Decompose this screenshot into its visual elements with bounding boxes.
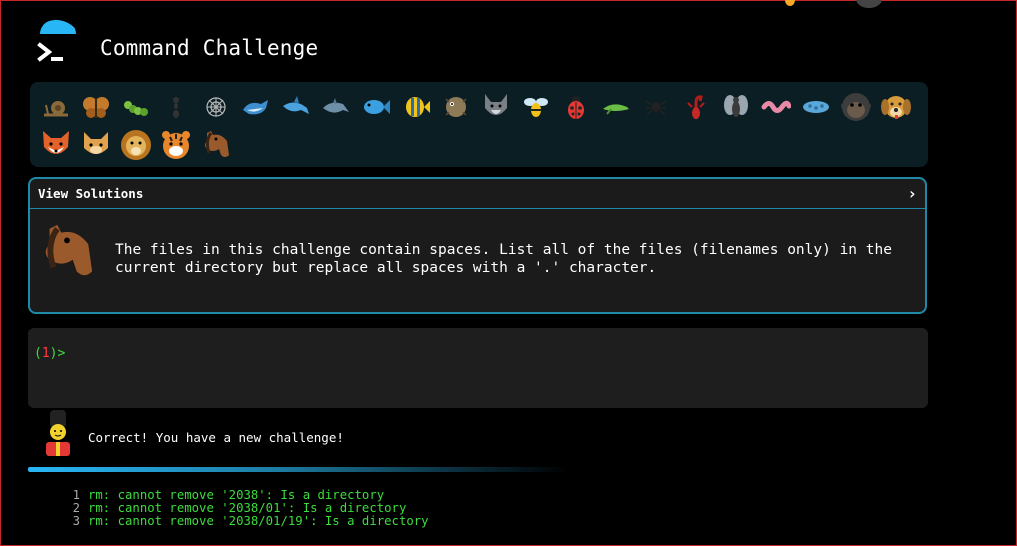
page-title: Command Challenge [100, 36, 319, 60]
snail-icon[interactable] [36, 88, 76, 126]
prompt-open: ( [34, 346, 42, 361]
shark-icon[interactable] [276, 88, 316, 126]
command-output: 1 rm: cannot remove '2038': Is a directo… [60, 489, 429, 528]
challenge-description: The files in this challenge contain spac… [115, 242, 892, 276]
spider-web-icon[interactable] [196, 88, 236, 126]
fox-icon[interactable] [36, 126, 76, 164]
guardsman-icon [40, 410, 76, 464]
emoji-progress-bar [30, 82, 928, 167]
bee-icon[interactable] [516, 88, 556, 126]
horse-icon [38, 221, 96, 287]
output-text: rm: cannot remove '2038/01/19': Is a dir… [88, 514, 429, 528]
cricket-icon[interactable] [596, 88, 636, 126]
ant-icon[interactable] [156, 88, 196, 126]
terminal-prompt-icon [30, 20, 82, 72]
ladybug-icon[interactable] [556, 88, 596, 126]
prompt-number: 1 [41, 346, 50, 361]
dog-icon[interactable] [876, 88, 916, 126]
microbe-icon[interactable] [796, 88, 836, 126]
fish-icon[interactable] [356, 88, 396, 126]
progress-bar [28, 467, 568, 472]
spider-icon[interactable] [636, 88, 676, 126]
challenge-card: View Solutions › The files in this chall… [28, 177, 927, 314]
chevron-right-icon[interactable]: › [907, 184, 917, 203]
output-line: 3 rm: cannot remove '2038/01/19': Is a d… [60, 515, 429, 528]
worm-icon[interactable] [756, 88, 796, 126]
horse-icon[interactable] [196, 126, 236, 164]
avatar[interactable] [856, 0, 882, 8]
view-solutions-label: View Solutions [38, 186, 144, 201]
tiger-icon[interactable] [156, 126, 196, 164]
tropical-fish-icon[interactable] [396, 88, 436, 126]
wolf-icon[interactable] [476, 88, 516, 126]
scorpion-icon[interactable] [676, 88, 716, 126]
spark-icon [785, 0, 795, 6]
view-solutions-toggle[interactable]: View Solutions › [30, 179, 925, 209]
prompt-close: )> [49, 346, 66, 361]
terminal-prompt: (1)> [34, 346, 65, 361]
terminal-input-area[interactable]: (1)> [28, 328, 928, 408]
feedback-message: Correct! You have a new challenge! [88, 430, 344, 445]
fly-icon[interactable] [716, 88, 756, 126]
lion-icon[interactable] [116, 126, 156, 164]
cat-icon[interactable] [76, 126, 116, 164]
caterpillar-icon[interactable] [116, 88, 156, 126]
blowfish-icon[interactable] [436, 88, 476, 126]
gorilla-icon[interactable] [836, 88, 876, 126]
dolphin-icon[interactable] [316, 88, 356, 126]
whale-icon[interactable] [236, 88, 276, 126]
line-number: 3 [72, 514, 80, 528]
butterfly-icon[interactable] [76, 88, 116, 126]
